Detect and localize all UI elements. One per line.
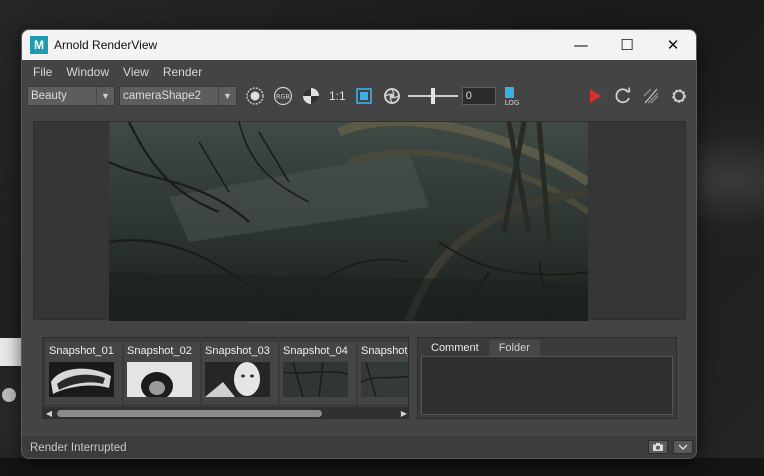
comment-textarea[interactable] xyxy=(421,356,673,415)
snapshot-thumbnail xyxy=(360,361,408,398)
snapshot-label: Snapshot_01 xyxy=(49,345,114,357)
contrast-icon[interactable] xyxy=(300,85,322,107)
window-title: Arnold RenderView xyxy=(54,38,158,52)
snapshot-item[interactable]: Snapshot_02 xyxy=(124,342,200,404)
snapshot-strip: Snapshot_01 Snapshot_02 Snapshot_03 Snap… xyxy=(46,342,408,404)
renderview-window: M Arnold RenderView — ☐ ✕ File Window Vi… xyxy=(21,29,697,459)
scroll-left-icon[interactable]: ◀ xyxy=(43,407,55,418)
scrollbar-thumb[interactable] xyxy=(57,410,322,417)
rgb-channels-icon[interactable]: RGB xyxy=(272,85,294,107)
exposure-slider[interactable] xyxy=(407,86,458,106)
exposure-input[interactable]: 0 xyxy=(461,87,496,105)
minimize-button[interactable]: — xyxy=(558,30,604,60)
aov-select[interactable]: Beauty ▼ xyxy=(27,86,115,106)
title-bar[interactable]: M Arnold RenderView — ☐ ✕ xyxy=(22,30,696,60)
status-bar: Render Interrupted xyxy=(22,436,696,458)
desktop-icon xyxy=(2,388,16,402)
info-tabs: Comment Folder xyxy=(421,340,540,356)
snapshot-label: Snapshot_03 xyxy=(205,345,270,357)
maximize-button[interactable]: ☐ xyxy=(604,30,650,60)
snapshot-thumbnail xyxy=(49,362,114,397)
render-image xyxy=(109,122,588,321)
aperture-icon[interactable] xyxy=(381,85,403,107)
aov-select-value: Beauty xyxy=(31,90,67,102)
snapshot-thumbnail xyxy=(127,362,192,400)
maya-logo-icon: M xyxy=(30,36,48,54)
chevron-down-icon[interactable] xyxy=(673,440,693,454)
svg-text:RGB: RGB xyxy=(276,93,290,101)
snapshot-item[interactable]: Snapshot_03 xyxy=(202,342,278,404)
menu-window[interactable]: Window xyxy=(59,65,116,79)
toolbar: Beauty ▼ cameraShape2 ▼ RGB 1:1 0 LOG xyxy=(22,83,696,109)
snapshot-thumbnail xyxy=(205,362,270,397)
menu-view[interactable]: View xyxy=(116,65,156,79)
camera-select-value: cameraShape2 xyxy=(123,90,201,102)
tab-comment[interactable]: Comment xyxy=(421,340,489,356)
snapshot-thumbnail xyxy=(282,361,349,398)
menu-file[interactable]: File xyxy=(26,65,59,79)
snapshot-label: Snapshot_05 xyxy=(361,345,408,357)
tab-folder[interactable]: Folder xyxy=(488,340,540,356)
play-render-icon[interactable] xyxy=(584,85,606,107)
window-controls: — ☐ ✕ xyxy=(558,30,696,60)
camera-icon[interactable] xyxy=(648,440,668,454)
render-viewport[interactable] xyxy=(33,121,686,321)
snapshot-panel: Snapshot_01 Snapshot_02 Snapshot_03 Snap… xyxy=(42,337,409,419)
snapshot-info-panel: Comment Folder xyxy=(417,337,677,419)
snapshot-label: Snapshot_02 xyxy=(127,345,192,357)
close-button[interactable]: ✕ xyxy=(650,30,696,60)
desktop-window-edge xyxy=(0,338,22,366)
log-icon[interactable]: LOG xyxy=(502,85,524,107)
menu-bar: File Window View Render xyxy=(22,60,696,83)
frame-icon[interactable] xyxy=(353,85,375,107)
desktop-taskbar-edge xyxy=(0,458,764,476)
snapshot-item[interactable]: Snapshot_01 xyxy=(46,342,122,404)
menu-render[interactable]: Render xyxy=(156,65,209,79)
snapshot-item[interactable]: Snapshot_04 xyxy=(280,342,356,404)
camera-select[interactable]: cameraShape2 ▼ xyxy=(119,86,237,106)
circle-target-icon[interactable] xyxy=(244,85,266,107)
pixel-ratio-button[interactable]: 1:1 xyxy=(329,89,346,103)
status-text: Render Interrupted xyxy=(30,442,127,454)
snapshot-scrollbar[interactable]: ◀ ▶ xyxy=(43,407,408,418)
exposure-slider-handle[interactable] xyxy=(430,88,435,104)
scroll-right-icon[interactable]: ▶ xyxy=(398,407,408,418)
panel-splitter[interactable] xyxy=(250,322,468,325)
chevron-down-icon: ▼ xyxy=(218,87,236,105)
snapshot-item[interactable]: Snapshot_05 xyxy=(358,342,408,404)
snapshot-label: Snapshot_04 xyxy=(283,345,348,357)
log-label: LOG xyxy=(504,99,519,107)
ipr-icon[interactable] xyxy=(640,85,662,107)
chevron-down-icon: ▼ xyxy=(96,87,114,105)
gear-icon[interactable] xyxy=(668,85,690,107)
refresh-icon[interactable] xyxy=(612,85,634,107)
